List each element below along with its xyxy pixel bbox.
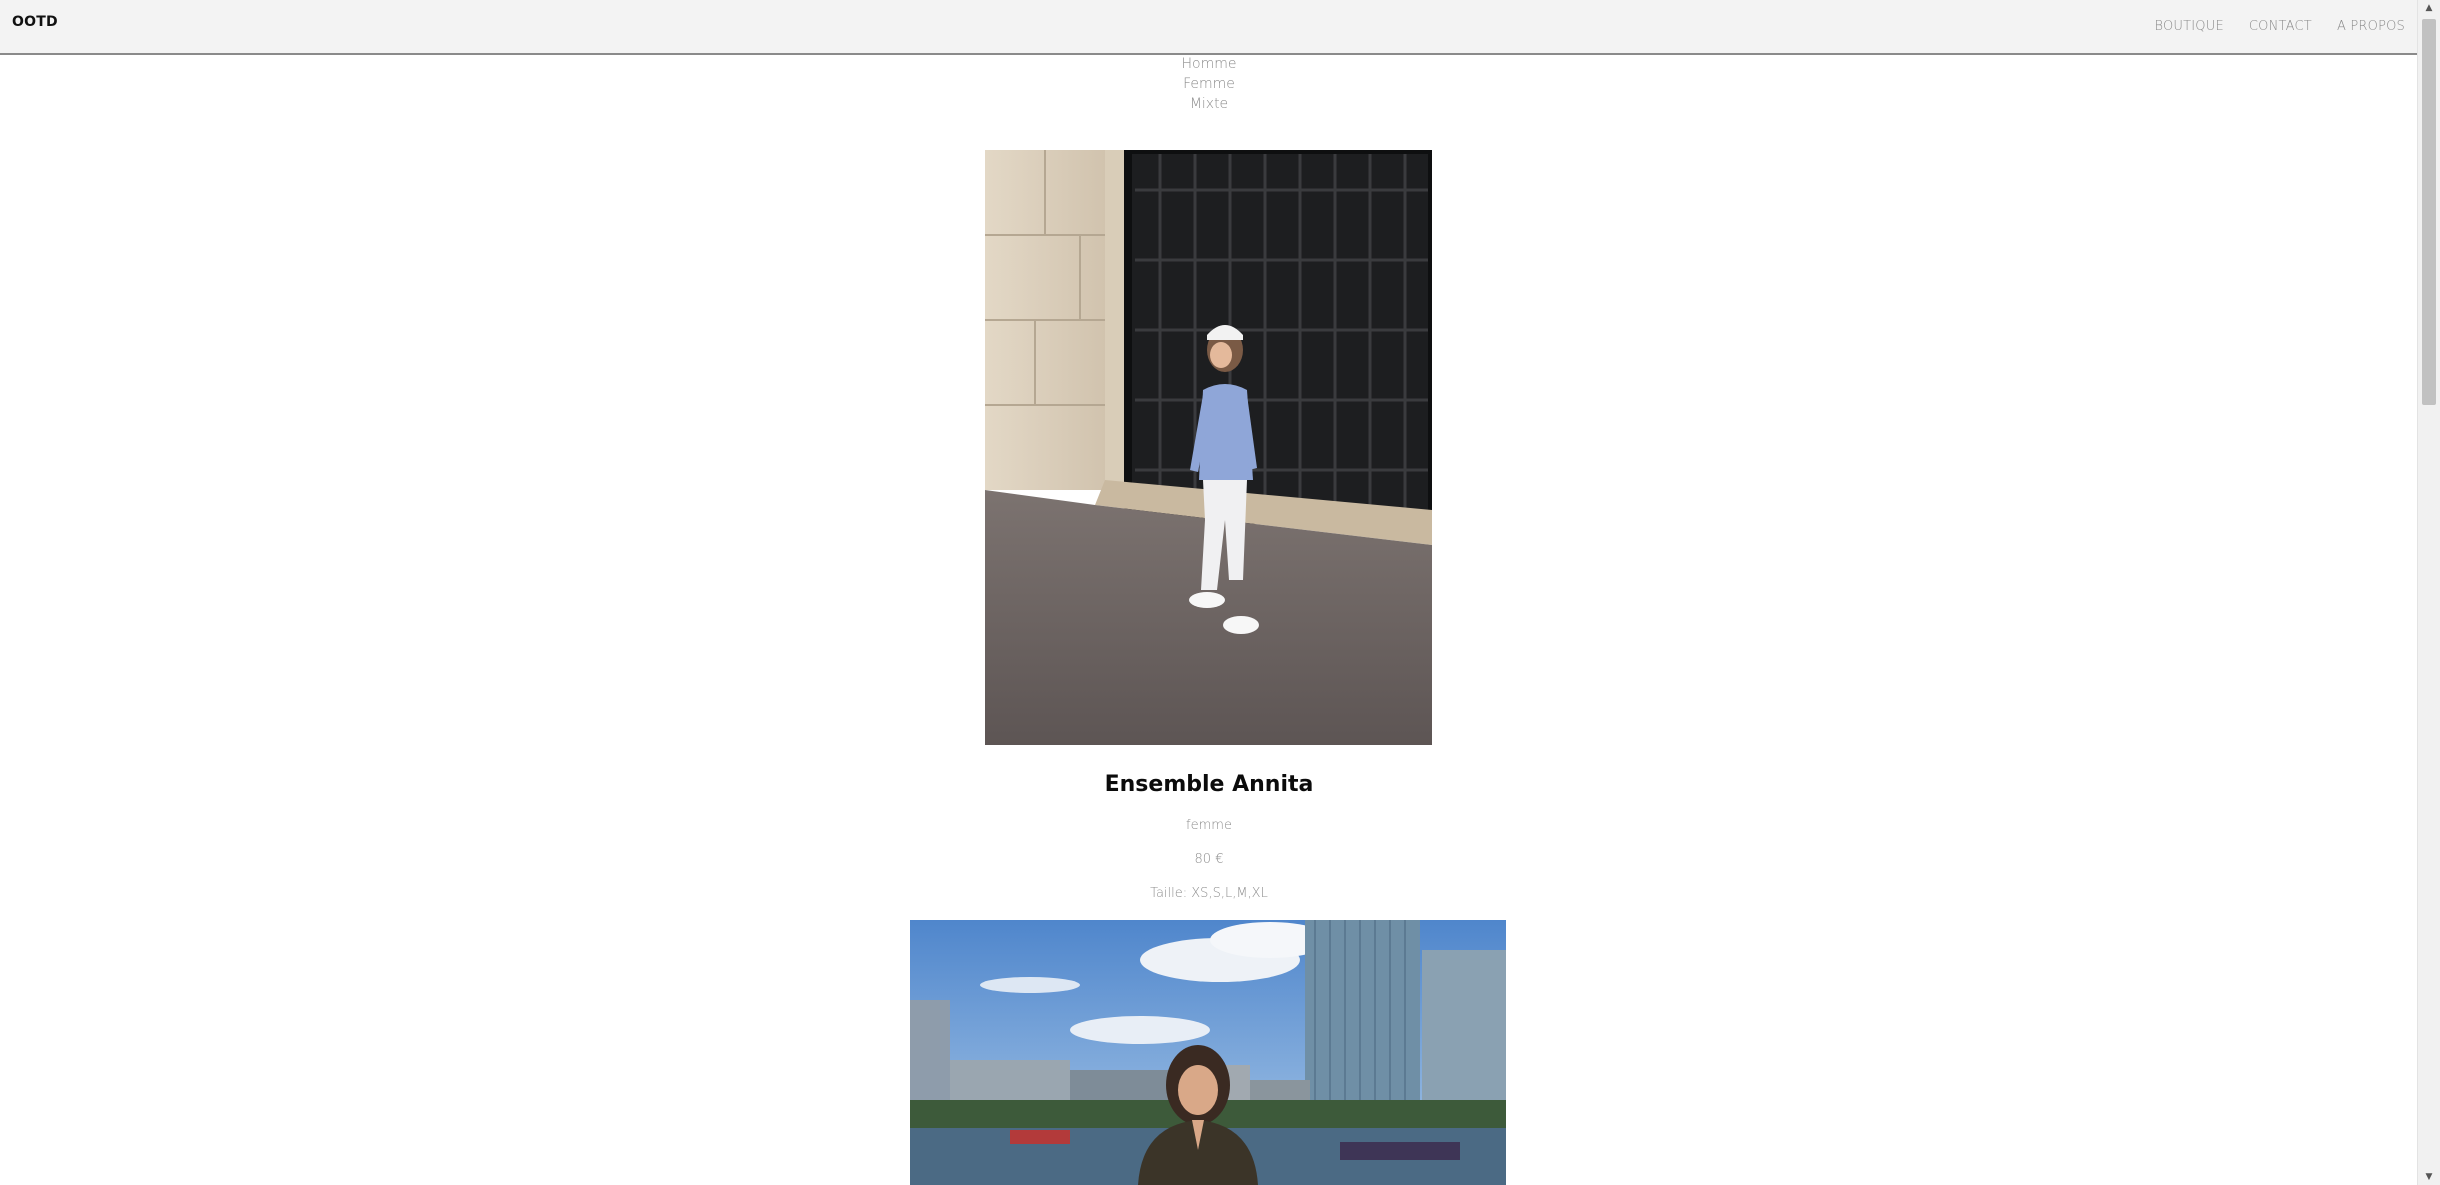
product-sizes: Taille: XS,S,L,M,XL: [1150, 886, 1268, 901]
product-price: 80 €: [1194, 852, 1224, 867]
nav-link-contact[interactable]: CONTACT: [2249, 19, 2312, 34]
page: OOTD BOUTIQUE CONTACT A PROPOS Homme Fem…: [0, 0, 2440, 1185]
scroll-down-icon[interactable]: ▼: [2418, 1169, 2440, 1185]
filter-homme[interactable]: Homme: [1182, 54, 1237, 74]
filter-femme[interactable]: Femme: [1183, 74, 1235, 94]
scrollbar-thumb[interactable]: [2422, 19, 2436, 405]
site-logo[interactable]: OOTD: [12, 14, 58, 30]
nav-link-boutique[interactable]: BOUTIQUE: [2155, 19, 2224, 34]
gender-filter-list: Homme Femme Mixte: [0, 54, 2418, 114]
scroll-up-icon[interactable]: ▲: [2418, 0, 2440, 16]
nav-link-a-propos[interactable]: A PROPOS: [2337, 19, 2405, 34]
main-content: OOTD BOUTIQUE CONTACT A PROPOS Homme Fem…: [0, 0, 2418, 1185]
product-title[interactable]: Ensemble Annita: [0, 770, 2418, 800]
top-navigation-bar: OOTD BOUTIQUE CONTACT A PROPOS: [0, 0, 2418, 55]
product-category: femme: [1186, 818, 1232, 833]
filter-mixte[interactable]: Mixte: [1190, 94, 1228, 114]
product-image-ensemble-annita[interactable]: [985, 150, 1432, 745]
product-image-second[interactable]: [910, 920, 1506, 1185]
product-card-ensemble-annita: Ensemble Annita femme 80 € Taille: XS,S,…: [0, 770, 2418, 901]
vertical-scrollbar[interactable]: ▲ ▼: [2417, 0, 2440, 1185]
main-nav: BOUTIQUE CONTACT A PROPOS: [2155, 19, 2406, 34]
